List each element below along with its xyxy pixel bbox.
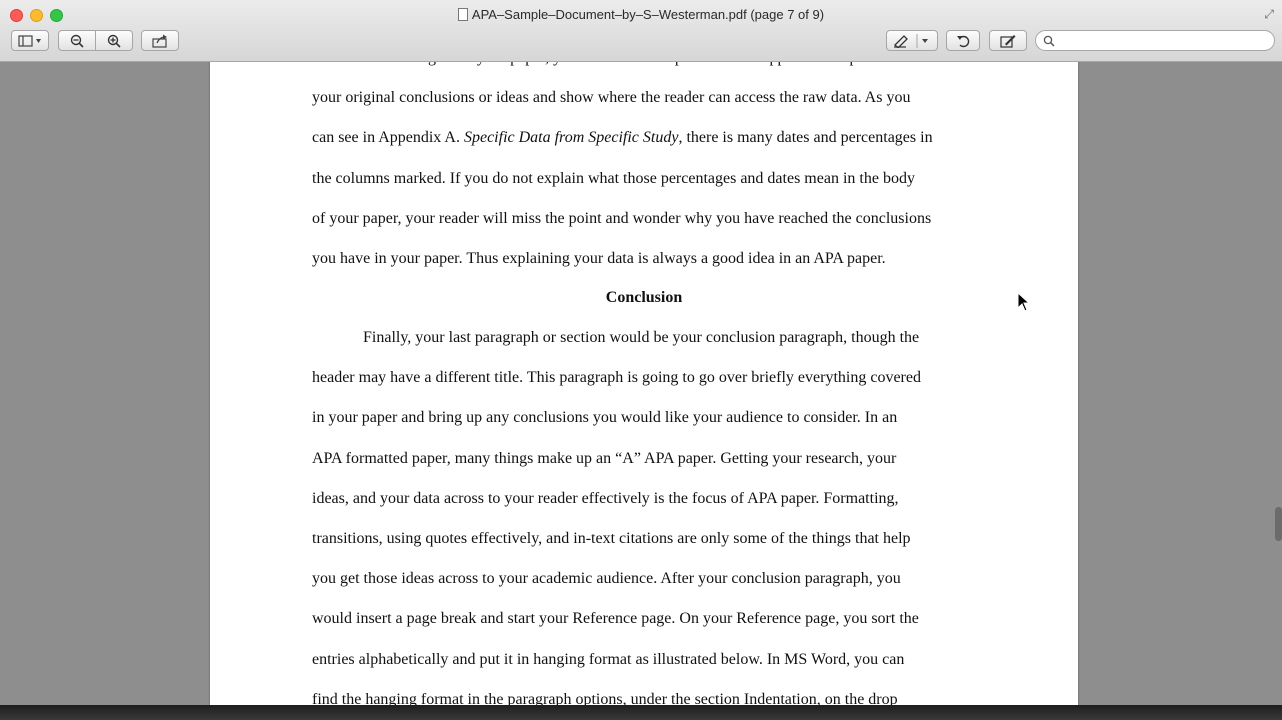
share-button[interactable]: [141, 30, 179, 51]
text-segment: of your paper, your reader will miss the…: [312, 209, 932, 227]
edit-icon: [1000, 34, 1016, 48]
search-field[interactable]: [1035, 30, 1275, 51]
conclusion-paragraph-line: header may have a different title. This …: [312, 369, 921, 387]
body-text-line: the columns marked. If you do not explai…: [312, 170, 915, 188]
dock: [0, 705, 1282, 720]
preview-window: APA–Sample–Document–by–S–Westerman.pdf (…: [0, 0, 1282, 705]
vertical-scrollbar-thumb[interactable]: [1275, 507, 1282, 541]
fullscreen-icon[interactable]: ⤢: [1264, 7, 1274, 22]
search-icon: [1043, 35, 1055, 47]
zoom-out-icon: [70, 34, 84, 48]
sidebar-toggle-icon: [18, 34, 41, 47]
mouse-pointer-icon: [1017, 292, 1029, 312]
conclusion-paragraph-line: in your paper and bring up any conclusio…: [312, 409, 898, 427]
conclusion-paragraph-line: transitions, using quotes effectively, a…: [312, 530, 911, 547]
edit-toolbar-button[interactable]: [989, 30, 1027, 51]
annotate-button[interactable]: [886, 30, 938, 51]
conclusion-heading: Conclusion: [605, 289, 683, 306]
zoom-in-icon: [107, 34, 121, 48]
title-bar: APA–Sample–Document–by–S–Westerman.pdf (…: [0, 0, 1282, 62]
text-segment: you have in your paper. Thus explaining …: [312, 250, 886, 267]
conclusion-paragraph-line: find the hanging format in the paragraph…: [312, 690, 898, 705]
body-text-line: can see in Appendix A. Specific Data fro…: [312, 129, 933, 147]
body-text-line: your original conclusions or ideas and s…: [312, 89, 910, 107]
text-segment: your original conclusions or ideas and s…: [312, 89, 911, 107]
conclusion-paragraph-line: ideas, and your data across to your read…: [312, 489, 899, 507]
conclusion-paragraph-line: you get those ideas across to your acade…: [312, 570, 901, 588]
rotate-icon: [957, 35, 970, 47]
share-icon: [152, 34, 167, 48]
body-text-line: of your paper, your reader will miss the…: [312, 210, 931, 228]
conclusion-paragraph-line: would insert a page break and start your…: [312, 610, 919, 628]
pdf-document-icon: [457, 8, 468, 21]
annotate-icon: [894, 33, 928, 48]
sidebar-view-button[interactable]: [11, 30, 49, 51]
search-input[interactable]: [1058, 33, 1263, 48]
rotate-button[interactable]: [946, 30, 980, 51]
zoom-out-button[interactable]: [59, 34, 95, 48]
pdf-page: Conclusion could use it as a figure in y…: [210, 62, 1078, 705]
text-segment: can see in Appendix A.: [312, 129, 464, 147]
conclusion-paragraph-line: Finally, your last paragraph or section …: [363, 329, 920, 346]
body-text-line: could use it as a figure in your paper, …: [312, 62, 892, 67]
conclusion-paragraph-line: APA formatted paper, many things make up…: [312, 449, 897, 467]
zoom-controls: [58, 30, 133, 51]
window-title: APA–Sample–Document–by–S–Westerman.pdf (…: [471, 7, 825, 22]
body-text-line: you have in your paper. Thus explaining …: [312, 250, 886, 268]
window-title-container: APA–Sample–Document–by–S–Westerman.pdf (…: [0, 7, 1282, 22]
document-viewport[interactable]: Conclusion could use it as a figure in y…: [0, 62, 1282, 705]
conclusion-paragraph-line: entries alphabetically and put it in han…: [312, 650, 905, 668]
text-segment: the columns marked. If you do not explai…: [312, 169, 915, 187]
italic-title-text: Specific Data from Specific Study: [463, 129, 679, 147]
zoom-in-button[interactable]: [96, 34, 132, 48]
text-segment: could use it as a figure in your paper, …: [312, 62, 892, 66]
text-segment: , there is many dates and percentages in: [678, 129, 933, 147]
